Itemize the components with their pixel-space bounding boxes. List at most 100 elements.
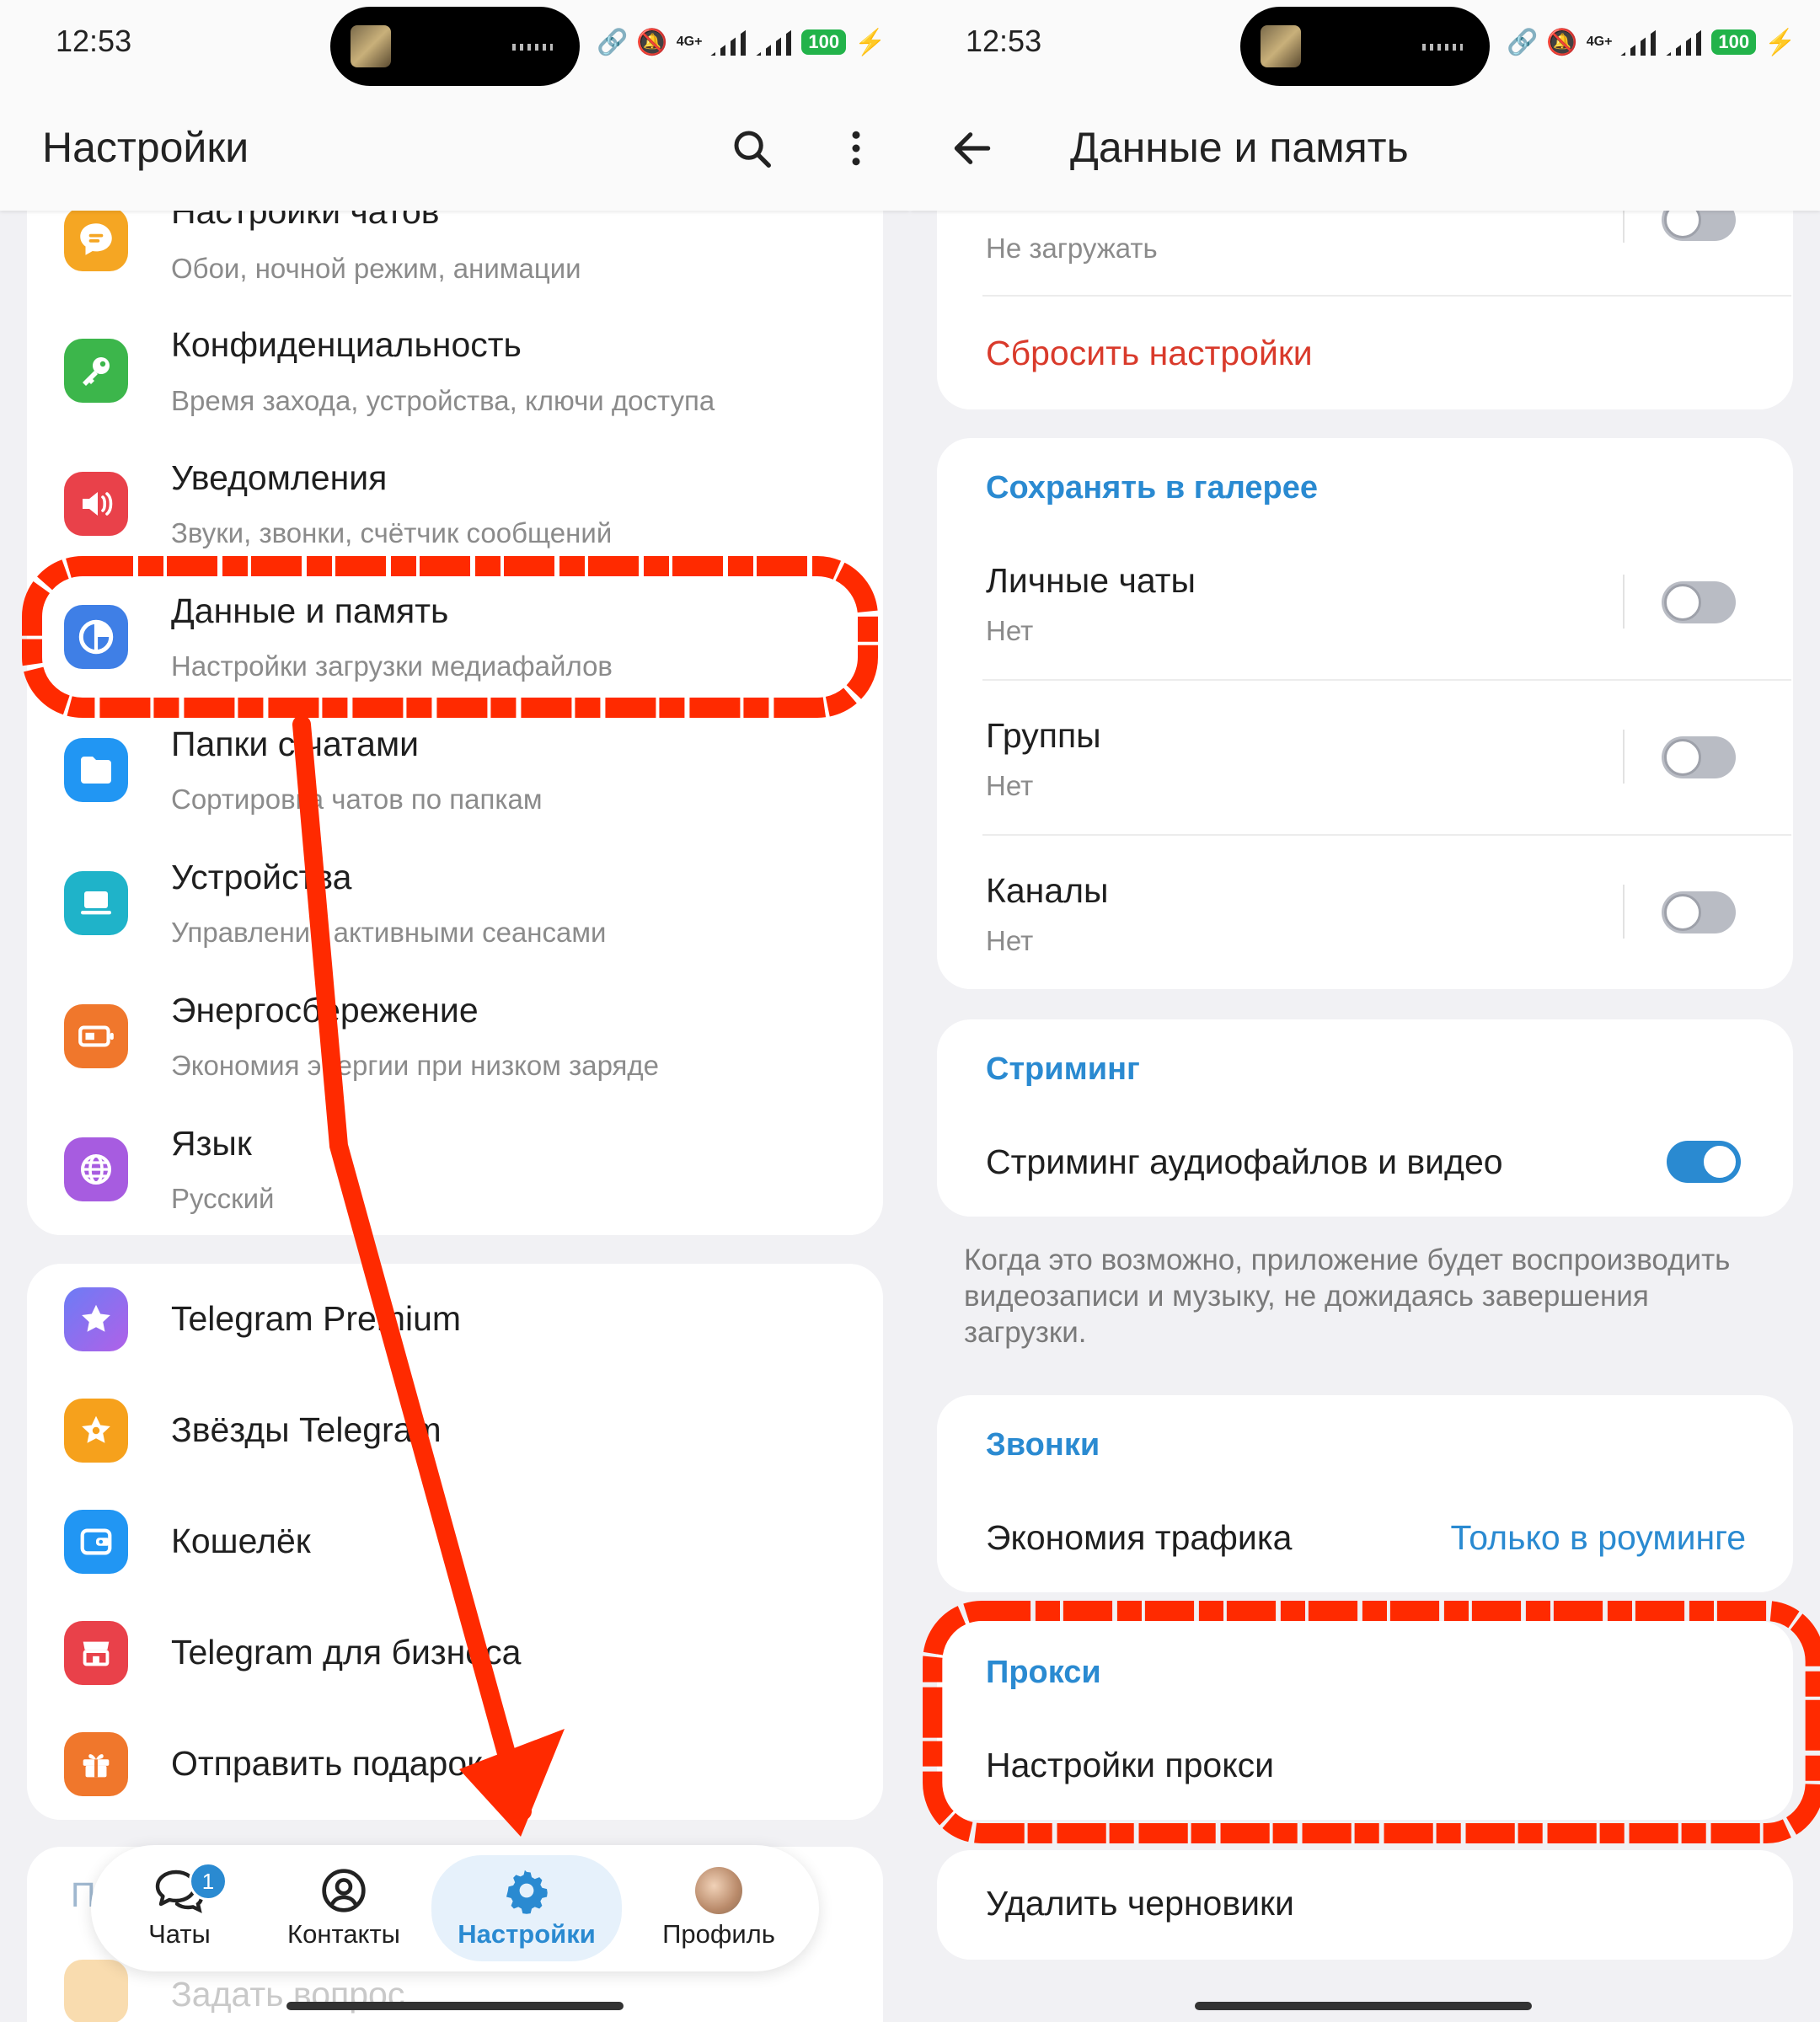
row-label: Стриминг аудиофайлов и видео (986, 1142, 1503, 1181)
dynamic-island (1240, 7, 1490, 86)
settings-item-sub: Экономия энергии при низком заряде (171, 1050, 660, 1081)
nav-label: Контакты (287, 1919, 400, 1949)
battery-level: 100 (801, 29, 847, 55)
premium-star-icon (64, 1287, 128, 1351)
status-time: 12:53 (966, 24, 1042, 58)
gift-icon (64, 1732, 128, 1796)
page-title: Данные и память (1070, 124, 1409, 171)
settings-item-sub: Время захода, устройства, ключи доступа (171, 385, 715, 416)
row-sub: Нет (986, 615, 1034, 646)
battery-icon (64, 1004, 128, 1068)
question-bubble-icon (64, 1960, 128, 2022)
settings-item-sub: Русский (171, 1183, 275, 1214)
mute-icon: 🔕 (636, 28, 668, 56)
folder-icon (64, 738, 128, 802)
app-bar: Настройки (0, 84, 910, 211)
streaming-toggle[interactable] (1667, 1141, 1741, 1183)
battery-level: 100 (1711, 29, 1757, 55)
nav-settings[interactable]: Настройки (431, 1855, 622, 1961)
channels-toggle[interactable] (1662, 891, 1736, 933)
more-vert-icon (852, 131, 860, 166)
arrow-left-icon (954, 132, 991, 164)
dynamic-island (330, 7, 580, 86)
section-header: Стриминг (986, 1051, 1140, 1087)
settings-item-label: Звёзды Telegram (171, 1410, 442, 1449)
network-label: 4G+ (1586, 35, 1613, 49)
divider (982, 295, 1791, 297)
laptop-icon (64, 871, 128, 935)
waveform-icon (512, 44, 553, 51)
status-bar: 12:53 🔗 🔕 4G+ 100 ⚡ (910, 0, 1820, 86)
row-label: Экономия трафика (986, 1518, 1293, 1557)
settings-item-label: Язык (171, 1124, 252, 1163)
settings-item-sub: Управление активными сеансами (171, 917, 607, 948)
proxy-settings-button[interactable]: Настройки прокси (986, 1746, 1274, 1785)
search-button[interactable] (718, 115, 785, 182)
settings-item-sub: Настройки загрузки медиафайлов (171, 650, 613, 682)
nav-contacts[interactable]: Контакты (268, 1845, 420, 1971)
groups-toggle[interactable] (1662, 736, 1736, 778)
link-icon: 🔗 (1507, 28, 1539, 56)
bottom-navigation: 1 Чаты Контакты Настройки Профиль (91, 1845, 819, 1971)
settings-item-label: Уведомления (171, 458, 388, 497)
settings-item-sub: Звуки, звонки, счётчик сообщений (171, 517, 613, 548)
section-header: Сохранять в галерее (986, 470, 1318, 506)
settings-item-label: Данные и память (171, 591, 449, 630)
calls-card (937, 1395, 1793, 1592)
row-label: Группы (986, 716, 1101, 755)
mute-icon: 🔕 (1546, 28, 1578, 56)
shop-icon (64, 1621, 128, 1685)
row-separator (1623, 730, 1625, 784)
waveform-icon (1422, 44, 1463, 51)
status-bar: 12:53 🔗 🔕 4G+ 100 ⚡ (0, 0, 910, 86)
divider (982, 679, 1791, 681)
link-icon: 🔗 (597, 28, 629, 56)
settings-item-sub: Обои, ночной режим, анимации (171, 253, 581, 284)
settings-item-sub: Сортировка чатов по папкам (171, 784, 543, 815)
settings-item-label: Папки с чатами (171, 725, 420, 763)
signal-icon-2 (756, 29, 794, 56)
more-menu-button[interactable] (822, 115, 890, 182)
media-thumbnail (351, 25, 391, 67)
settings-item-label: Энергосбережение (171, 991, 479, 1030)
page-title: Настройки (42, 124, 249, 171)
stars-icon (64, 1399, 128, 1463)
home-indicator[interactable] (286, 2002, 624, 2010)
charging-icon: ⚡ (854, 28, 886, 56)
private-chats-toggle[interactable] (1662, 581, 1736, 623)
section-header: Прокси (986, 1655, 1101, 1690)
row-sub: Нет (986, 770, 1034, 801)
search-icon (734, 131, 771, 168)
status-time: 12:53 (56, 24, 132, 58)
app-bar: Данные и память (910, 84, 1820, 211)
nav-chats[interactable]: 1 Чаты (125, 1845, 234, 1971)
key-icon (64, 339, 128, 403)
home-indicator[interactable] (1195, 2002, 1532, 2010)
data-storage-screen: Не загружать Сбросить настройки Сохранят… (910, 0, 1820, 2022)
status-icons: 🔗 🔕 4G+ 100 ⚡ (597, 22, 886, 62)
divider (982, 834, 1791, 836)
nav-label: Настройки (458, 1919, 596, 1949)
charging-icon: ⚡ (1764, 28, 1796, 56)
nav-profile[interactable]: Профиль (647, 1845, 790, 1971)
row-sub: Нет (986, 925, 1034, 956)
streaming-card (937, 1019, 1793, 1217)
chat-bubble-icon (64, 207, 128, 271)
reset-settings-button[interactable]: Сбросить настройки (986, 334, 1313, 373)
avatar (695, 1867, 742, 1914)
signal-icon (710, 29, 748, 56)
settings-item-label: Конфиденциальность (171, 325, 522, 364)
status-icons: 🔗 🔕 4G+ 100 ⚡ (1507, 22, 1796, 62)
back-button[interactable] (939, 115, 1006, 182)
pie-chart-icon (64, 605, 128, 669)
delete-drafts-button[interactable]: Удалить черновики (986, 1884, 1294, 1923)
proxy-card (937, 1621, 1793, 1820)
autodownload-sub: Не загружать (986, 233, 1158, 264)
settings-item-label: Telegram Premium (171, 1299, 462, 1338)
row-label: Личные чаты (986, 561, 1196, 600)
section-header: Звонки (986, 1427, 1100, 1463)
settings-item-label: Устройства (171, 858, 352, 896)
nav-label: Чаты (148, 1919, 211, 1949)
row-separator (1623, 575, 1625, 629)
unread-badge: 1 (189, 1862, 228, 1901)
